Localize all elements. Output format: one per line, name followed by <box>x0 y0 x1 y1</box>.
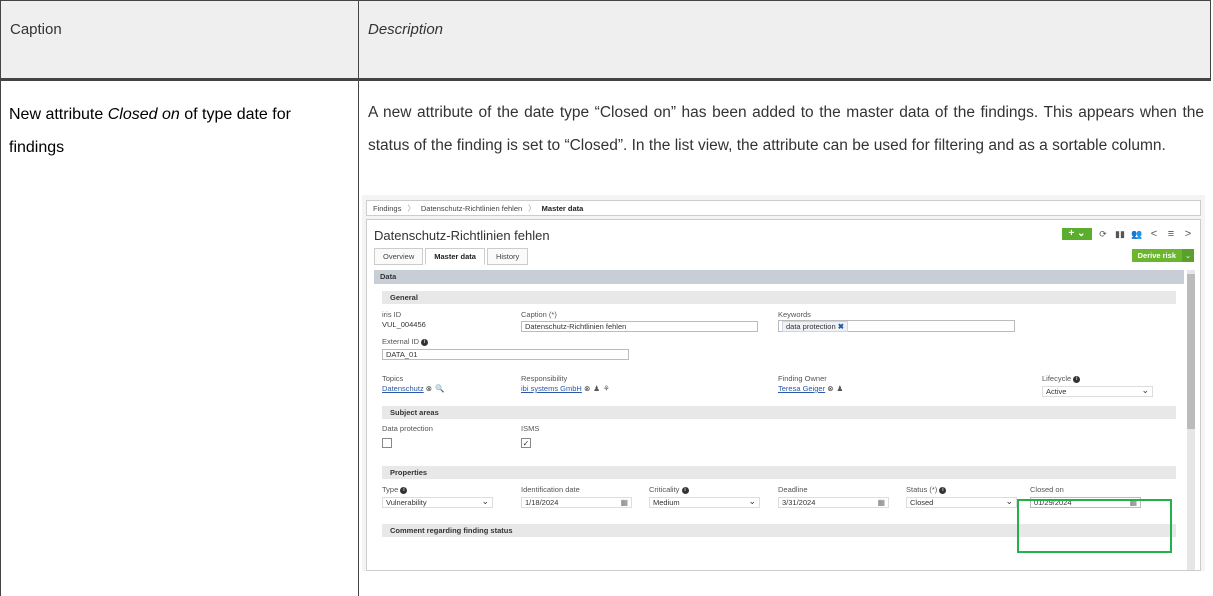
row-description: A new attribute of the date type “Closed… <box>368 104 1204 154</box>
responsibility-value: ibi systems GmbH ⊗ ♟ ⚘ <box>521 384 610 393</box>
external-id-field[interactable]: DATA_01 <box>382 349 629 360</box>
chevron-down-icon: ⌄ <box>1005 496 1013 506</box>
tab-master-data[interactable]: Master data <box>425 248 485 265</box>
table-header-divider <box>0 79 1211 81</box>
section-data: Data <box>374 270 1184 284</box>
data-protection-checkbox[interactable] <box>382 438 392 448</box>
keyword-tag: data protection ✖ <box>782 321 849 332</box>
search-icon[interactable]: 🔍 <box>435 384 444 393</box>
document-table: Caption Description New attribute Closed… <box>0 0 1213 596</box>
remove-icon[interactable]: ⊗ <box>584 384 590 393</box>
info-icon[interactable]: i <box>1073 375 1081 383</box>
finding-owner-value: Teresa Geiger ⊗ ♟ <box>778 384 843 393</box>
highlight-frame <box>1017 499 1172 553</box>
app-screenshot: Findings 〉 Datenschutz-Richtlinien fehle… <box>362 195 1205 571</box>
remove-tag-icon[interactable]: ✖ <box>838 322 844 331</box>
derive-risk-button[interactable]: Derive risk ⌄ <box>1131 249 1194 262</box>
breadcrumb-findings[interactable]: Findings <box>373 204 401 213</box>
chart-icon[interactable]: ▮▮ <box>1114 228 1126 240</box>
tab-bar: Overview Master data History <box>374 248 529 265</box>
external-id-label: External ID i <box>382 337 429 346</box>
identification-date-label: Identification date <box>521 485 580 494</box>
org-chart-icon[interactable]: ⚘ <box>603 384 610 393</box>
breadcrumb: Findings 〉 Datenschutz-Richtlinien fehle… <box>366 200 1201 216</box>
breadcrumb-finding[interactable]: Datenschutz-Richtlinien fehlen <box>421 204 522 213</box>
type-select[interactable]: Vulnerability ⌄ <box>382 497 493 508</box>
next-icon[interactable]: > <box>1182 228 1194 240</box>
derive-risk-label: Derive risk <box>1131 249 1182 262</box>
breadcrumb-separator-icon: 〉 <box>407 203 415 213</box>
chevron-down-icon: ⌄ <box>1141 385 1149 395</box>
topics-label: Topics <box>382 374 404 383</box>
info-icon[interactable]: i <box>400 486 408 494</box>
section-general: General <box>382 291 1176 304</box>
remove-icon[interactable]: ⊗ <box>426 384 432 393</box>
criticality-label: Criticality i <box>649 485 689 494</box>
chevron-down-icon[interactable]: ⌄ <box>1182 249 1194 262</box>
iris-id-value: VUL_004456 <box>382 320 426 329</box>
table-column-divider <box>358 0 359 596</box>
caption-label: Caption (*) <box>521 310 557 319</box>
remove-icon[interactable]: ⊗ <box>827 384 833 393</box>
isms-label: ISMS <box>521 424 540 433</box>
users-icon[interactable]: 👥 <box>1131 228 1143 240</box>
finding-owner-link[interactable]: Teresa Geiger <box>778 384 825 393</box>
finding-owner-label: Finding Owner <box>778 374 827 383</box>
header-description: Description <box>368 21 444 38</box>
identification-date-field[interactable]: 1/18/2024 ▦ <box>521 497 632 508</box>
deadline-label: Deadline <box>778 485 808 494</box>
deadline-field[interactable]: 3/31/2024 ▦ <box>778 497 889 508</box>
keywords-label: Keywords <box>778 310 811 319</box>
closed-on-label: Closed on <box>1030 485 1064 494</box>
iris-id-label: iris ID <box>382 310 402 319</box>
person-icon[interactable]: ♟ <box>837 384 844 393</box>
responsibility-link[interactable]: ibi systems GmbH <box>521 384 582 393</box>
previous-icon[interactable]: < <box>1148 228 1160 240</box>
topics-link[interactable]: Datenschutz <box>382 384 424 393</box>
breadcrumb-separator-icon: 〉 <box>528 203 536 213</box>
person-icon[interactable]: ♟ <box>593 384 600 393</box>
caption-field[interactable]: Datenschutz-Richtlinien fehlen <box>521 321 758 332</box>
scrollbar-thumb[interactable] <box>1187 274 1195 429</box>
info-icon[interactable]: i <box>681 486 689 494</box>
type-label: Type i <box>382 485 408 494</box>
header-caption: Caption <box>10 21 62 38</box>
toolbar: + ⌄ ⟳ ▮▮ 👥 < ≡ > <box>1062 228 1194 240</box>
tab-history[interactable]: History <box>486 248 529 265</box>
table-border-left <box>0 0 1 596</box>
table-header-row: Caption Description <box>0 0 1211 79</box>
topics-value: Datenschutz ⊗ 🔍 <box>382 384 444 393</box>
status-label: Status (*) i <box>906 485 947 494</box>
tab-overview[interactable]: Overview <box>374 248 424 265</box>
calendar-icon[interactable]: ▦ <box>877 498 885 507</box>
row-caption: New attribute Closed on of type date for… <box>9 106 291 156</box>
data-protection-label: Data protection <box>382 424 433 433</box>
calendar-icon[interactable]: ▦ <box>620 498 628 507</box>
refresh-icon[interactable]: ⟳ <box>1097 228 1109 240</box>
add-menu-button[interactable]: + ⌄ <box>1062 228 1092 240</box>
chevron-down-icon: ⌄ <box>748 496 756 506</box>
status-select[interactable]: Closed ⌄ <box>906 497 1017 508</box>
responsibility-label: Responsibility <box>521 374 568 383</box>
chevron-down-icon: ⌄ <box>481 496 489 506</box>
info-icon[interactable]: i <box>421 338 429 346</box>
isms-checkbox[interactable]: ✓ <box>521 438 531 448</box>
criticality-select[interactable]: Medium ⌄ <box>649 497 760 508</box>
list-icon[interactable]: ≡ <box>1165 228 1177 240</box>
section-subject-areas: Subject areas <box>382 406 1176 419</box>
info-icon[interactable]: i <box>939 486 947 494</box>
page-title: Datenschutz-Richtlinien fehlen <box>374 228 550 243</box>
section-properties: Properties <box>382 466 1176 479</box>
lifecycle-label: Lifecycle i <box>1042 374 1081 383</box>
breadcrumb-master-data: Master data <box>541 203 584 213</box>
keywords-field[interactable]: data protection ✖ <box>778 320 1015 332</box>
lifecycle-select[interactable]: Active ⌄ <box>1042 386 1153 397</box>
